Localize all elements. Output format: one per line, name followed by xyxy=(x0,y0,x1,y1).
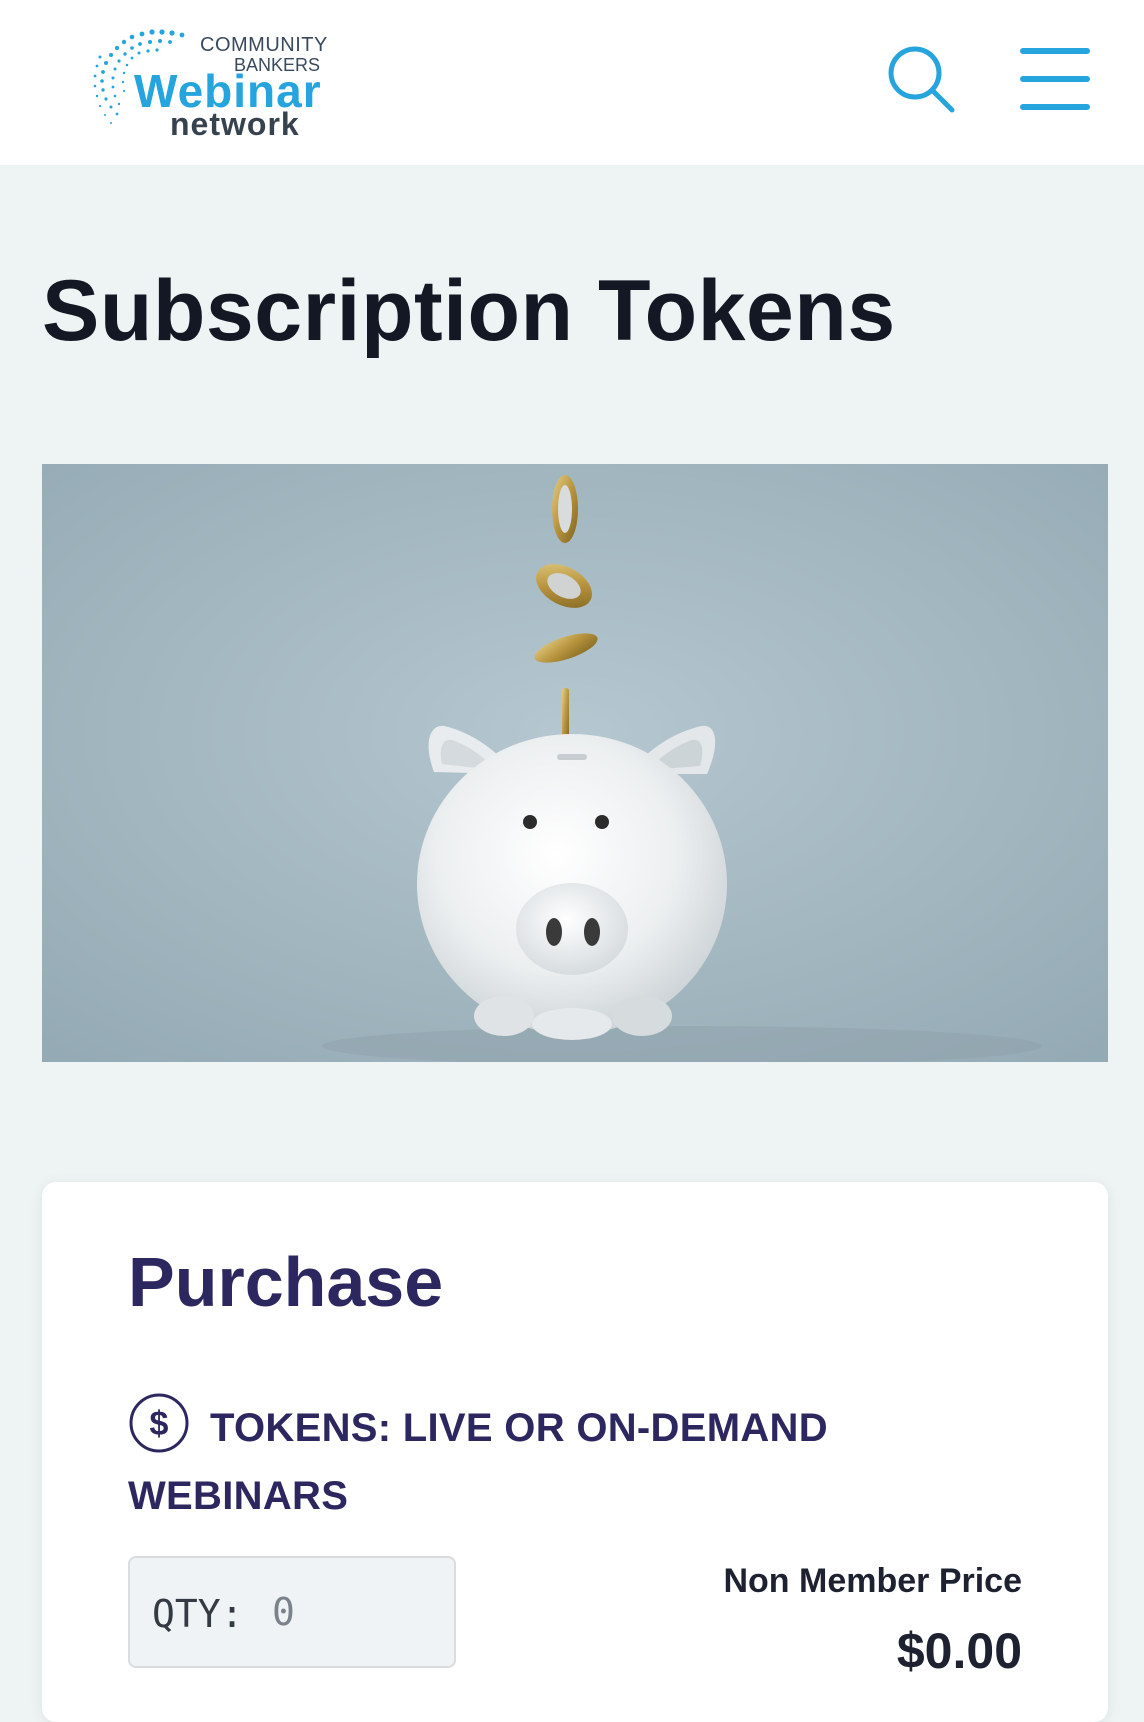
site-header: COMMUNITY BANKERS Webinar network xyxy=(0,0,1144,165)
price-label: Non Member Price xyxy=(723,1562,1022,1600)
page-title: Subscription Tokens xyxy=(42,263,896,359)
product-name: TOKENS: LIVE OR ON-DEMAND WEBINARS xyxy=(128,1406,828,1518)
hamburger-menu-icon-bar xyxy=(1020,76,1090,82)
purchase-heading: Purchase xyxy=(128,1243,444,1321)
price-value: $0.00 xyxy=(896,1623,1022,1679)
search-icon xyxy=(888,46,955,113)
search-button[interactable] xyxy=(886,44,956,114)
piggy-bank-image xyxy=(42,464,1108,1062)
quantity-field[interactable]: QTY: xyxy=(128,1556,456,1668)
logo-text-community: COMMUNITY xyxy=(200,34,328,56)
hamburger-menu-icon-bar xyxy=(1020,48,1090,54)
menu-button[interactable] xyxy=(1018,46,1092,114)
logo-text-network: network xyxy=(170,106,300,142)
quantity-label: QTY: xyxy=(152,1592,244,1636)
quantity-input[interactable] xyxy=(272,1586,422,1638)
hero-image xyxy=(42,464,1108,1062)
purchase-card: Purchase $ TOKENS: LIVE OR ON-DEMAND WEB… xyxy=(42,1182,1108,1722)
community-bankers-webinar-network-logo[interactable]: COMMUNITY BANKERS Webinar network xyxy=(90,26,330,142)
hamburger-menu-icon-bar xyxy=(1020,104,1090,110)
